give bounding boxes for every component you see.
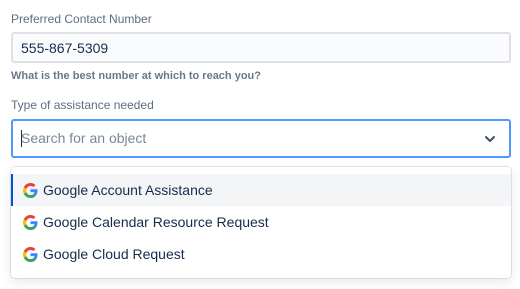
assistance-type-label: Type of assistance needed bbox=[11, 98, 154, 112]
google-icon bbox=[23, 182, 38, 198]
request-form: Preferred Contact Number What is the bes… bbox=[0, 0, 520, 289]
google-icon bbox=[23, 246, 38, 262]
option-label: Google Calendar Resource Request bbox=[43, 214, 269, 230]
option-google-cloud-request[interactable]: Google Cloud Request bbox=[11, 238, 511, 270]
option-label: Google Cloud Request bbox=[43, 246, 185, 262]
google-icon bbox=[23, 214, 38, 230]
phone-help-text: What is the best number at which to reac… bbox=[11, 70, 261, 82]
option-label: Google Account Assistance bbox=[43, 182, 213, 198]
assistance-options-menu: Google Account Assistance Google Calenda… bbox=[11, 167, 511, 278]
chevron-down-icon[interactable] bbox=[483, 132, 497, 146]
phone-field-label: Preferred Contact Number bbox=[11, 12, 152, 26]
option-google-account-assistance[interactable]: Google Account Assistance bbox=[11, 174, 511, 206]
phone-input[interactable] bbox=[11, 32, 511, 63]
assistance-search-placeholder: Search for an object bbox=[21, 130, 147, 146]
option-google-calendar-resource-request[interactable]: Google Calendar Resource Request bbox=[11, 206, 511, 238]
assistance-type-select[interactable]: Search for an object bbox=[11, 119, 511, 158]
